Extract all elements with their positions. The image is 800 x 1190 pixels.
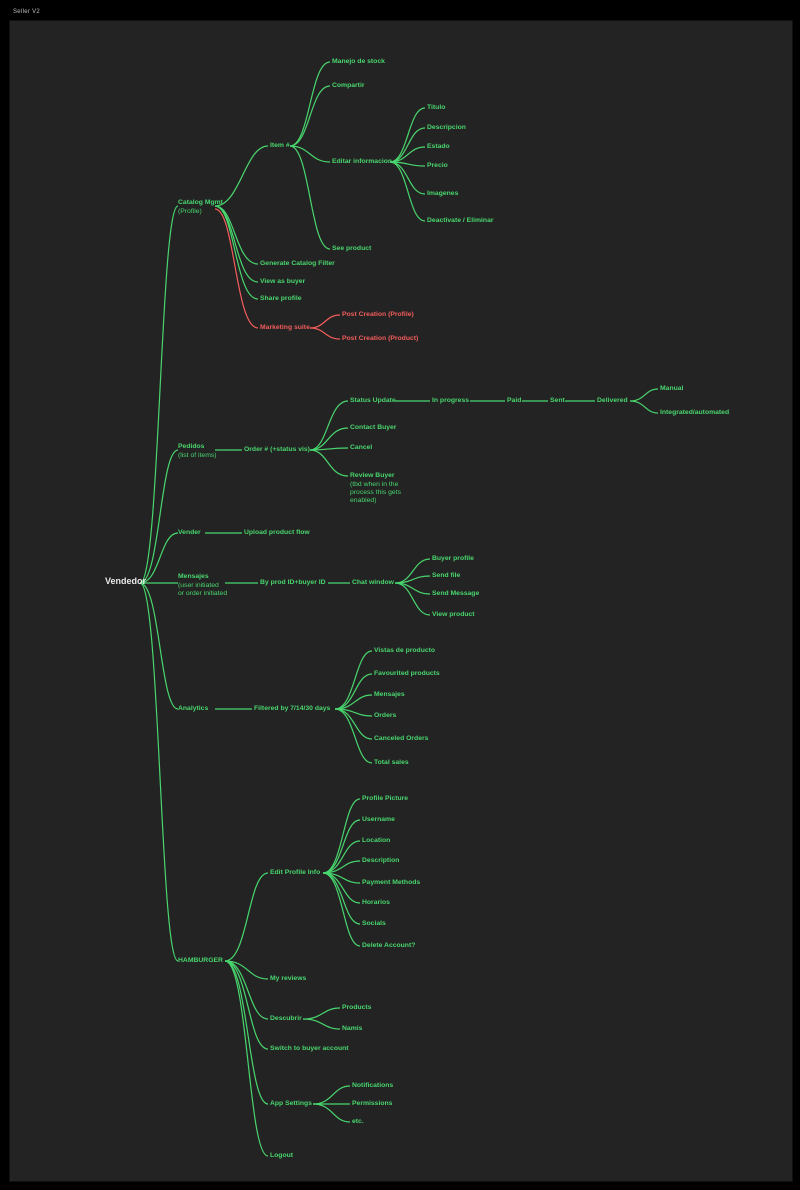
node-byid[interactable]: By prod ID+buyer ID [260, 579, 326, 586]
node-compartir[interactable]: Compartir [332, 82, 364, 89]
node-app-settings[interactable]: App Settings [270, 1100, 312, 1107]
node-cancel[interactable]: Cancel [350, 444, 372, 451]
node-logout[interactable]: Logout [270, 1152, 293, 1159]
node-total-sales[interactable]: Total sales [374, 759, 409, 766]
node-estado[interactable]: Estado [427, 143, 450, 150]
node-descubrir[interactable]: Descubrir [270, 1015, 302, 1022]
node-inprogress[interactable]: In progress [432, 397, 469, 404]
node-mensajes-sub2: or order initiated [178, 590, 227, 597]
node-filter-days[interactable]: Filtered by 7/14/30 days [254, 705, 330, 712]
node-marketing[interactable]: Marketing suite [260, 324, 310, 331]
node-share-profile[interactable]: Share profile [260, 295, 302, 302]
node-upload-flow[interactable]: Upload product flow [244, 529, 310, 536]
node-edit-profile[interactable]: Edit Profile Info [270, 869, 320, 876]
node-sent[interactable]: Sent [550, 397, 565, 404]
connector-layer [10, 21, 792, 1181]
node-order[interactable]: Order # (+status vis) [244, 446, 310, 453]
node-gen-filter[interactable]: Generate Catalog Filter [260, 260, 335, 267]
node-location[interactable]: Location [362, 837, 390, 844]
node-see-product[interactable]: See product [332, 245, 371, 252]
node-deactivate[interactable]: Deactivate / Eliminar [427, 217, 494, 224]
node-buyer-profile[interactable]: Buyer profile [432, 555, 474, 562]
node-permissions[interactable]: Permissions [352, 1100, 392, 1107]
doc-title: Seller V2 [13, 9, 40, 15]
node-orders-analytic[interactable]: Orders [374, 712, 396, 719]
node-send-file[interactable]: Send file [432, 572, 460, 579]
node-review-sub2: process this gets [350, 489, 401, 496]
node-contact-buyer[interactable]: Contact Buyer [350, 424, 396, 431]
node-namis[interactable]: Namis [342, 1025, 362, 1032]
node-msgs-analytic[interactable]: Mensajes [374, 691, 405, 698]
node-imagenes[interactable]: Imagenes [427, 190, 458, 197]
node-send-msg[interactable]: Send Message [432, 590, 479, 597]
mindmap-canvas: { "title": "Seller V2", "root": "Vendedo… [9, 20, 793, 1182]
node-catalog[interactable]: Catalog Mgmt [178, 199, 223, 206]
node-status-update[interactable]: Status Update [350, 397, 396, 404]
node-post-product[interactable]: Post Creation (Product) [342, 335, 418, 342]
node-root[interactable]: Vendedor [105, 577, 146, 587]
node-view-buyer[interactable]: View as buyer [260, 278, 305, 285]
node-review-sub1: (tbd when in the [350, 481, 398, 488]
node-vender[interactable]: Vender [178, 529, 201, 536]
node-notifications[interactable]: Notifications [352, 1082, 393, 1089]
node-pedidos-sub: (list of items) [178, 452, 217, 459]
node-username[interactable]: Username [362, 816, 395, 823]
node-titulo[interactable]: Titulo [427, 104, 445, 111]
node-analytics[interactable]: Analytics [178, 705, 208, 712]
node-item[interactable]: Item # [270, 142, 290, 149]
node-socials[interactable]: Socials [362, 920, 386, 927]
node-precio[interactable]: Precio [427, 162, 448, 169]
node-etc[interactable]: etc. [352, 1118, 364, 1125]
node-switch-buyer[interactable]: Switch to buyer account [270, 1045, 349, 1052]
node-hamburger[interactable]: HAMBURGER [178, 957, 223, 964]
node-chat-window[interactable]: Chat window [352, 579, 394, 586]
node-products[interactable]: Products [342, 1004, 371, 1011]
node-descripcion[interactable]: Descripcion [427, 124, 466, 131]
node-horarios[interactable]: Horarios [362, 899, 390, 906]
node-desc[interactable]: Description [362, 857, 399, 864]
node-delivered[interactable]: Delivered [597, 397, 628, 404]
node-payment[interactable]: Payment Methods [362, 879, 420, 886]
node-pedidos[interactable]: Pedidos [178, 443, 204, 450]
node-delete-acct[interactable]: Delete Account? [362, 942, 415, 949]
node-post-profile[interactable]: Post Creation (Profile) [342, 311, 414, 318]
node-view-product[interactable]: View product [432, 611, 475, 618]
node-review-buyer[interactable]: Review Buyer [350, 472, 395, 479]
node-paid[interactable]: Paid [507, 397, 521, 404]
node-review-sub3: enabled) [350, 497, 376, 504]
node-catalog-sub: (Profile) [178, 208, 202, 215]
node-profile-pic[interactable]: Profile Picture [362, 795, 408, 802]
node-cancel-orders[interactable]: Canceled Orders [374, 735, 428, 742]
node-mensajes[interactable]: Mensajes [178, 573, 209, 580]
node-mensajes-sub1: (user initiated [178, 582, 219, 589]
node-fav[interactable]: Favourited products [374, 670, 440, 677]
node-reviews[interactable]: My reviews [270, 975, 306, 982]
node-editar[interactable]: Editar informacion [332, 158, 392, 165]
node-vistas[interactable]: Vistas de producto [374, 647, 435, 654]
node-manual[interactable]: Manual [660, 385, 683, 392]
node-auto[interactable]: Integrated/automated [660, 409, 729, 416]
node-stock[interactable]: Manejo de stock [332, 58, 385, 65]
